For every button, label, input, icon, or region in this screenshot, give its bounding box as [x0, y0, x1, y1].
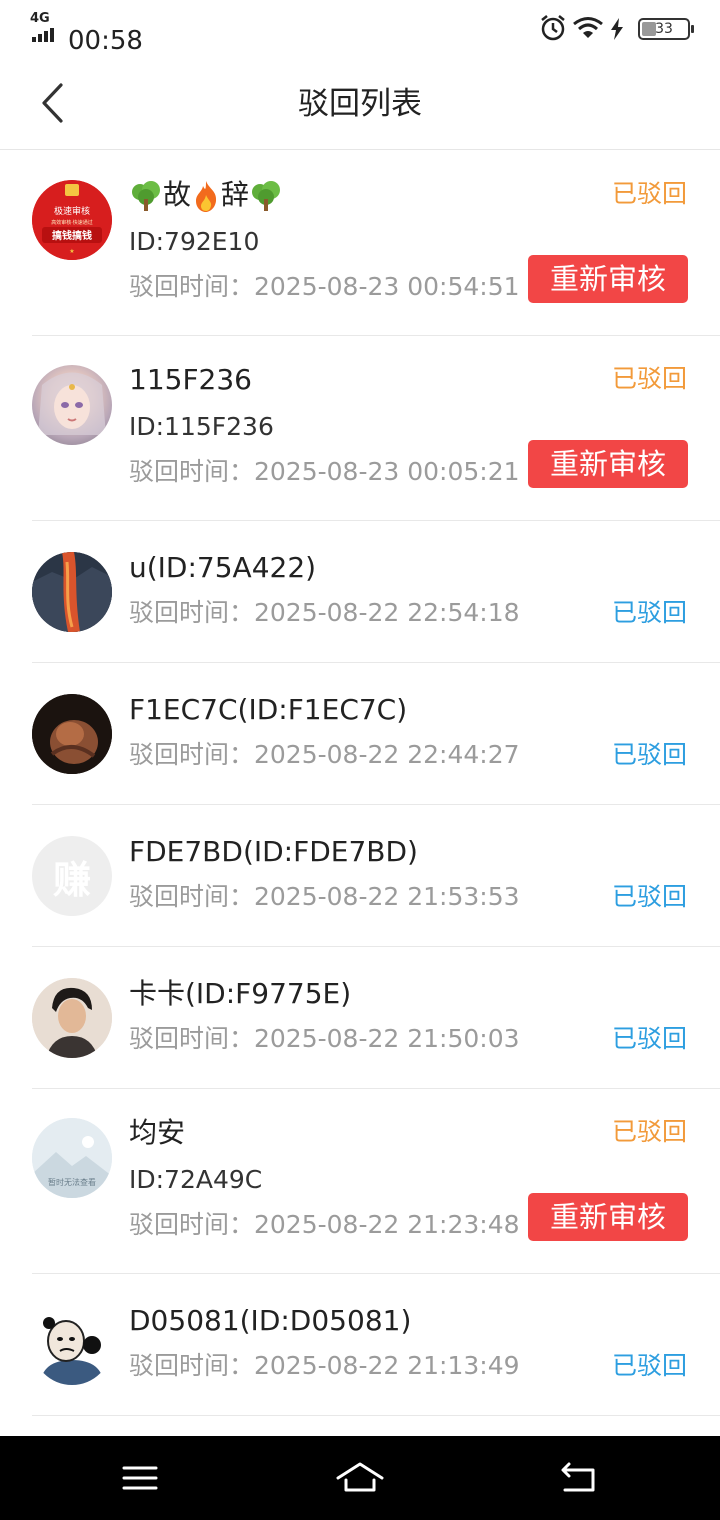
- tree-icon: [252, 181, 281, 211]
- battery-icon: 33: [638, 18, 694, 40]
- reject-time: 驳回时间：2025-08-22 22:44:27: [129, 740, 520, 769]
- status-right: 33: [541, 14, 694, 44]
- status-badge: 已驳回: [611, 882, 687, 911]
- svg-text:暂时无法查看: 暂时无法查看: [48, 1177, 96, 1187]
- list-item[interactable]: 115F236 ID:115F236 驳回时间：2025-08-23 00:05…: [0, 336, 720, 521]
- list-item[interactable]: 赚 FDE7BD(ID:FDE7BD) 驳回时间：2025-08-22 21:5…: [0, 805, 720, 947]
- status-time: 00:58: [68, 26, 143, 56]
- status-badge: 已驳回: [611, 179, 687, 208]
- user-name: 115F236: [129, 363, 252, 396]
- fire-icon: [196, 181, 217, 212]
- image-unavailable-icon: 暂时无法查看: [32, 1118, 112, 1198]
- list-item[interactable]: u(ID:75A422) 驳回时间：2025-08-22 22:54:18 已驳…: [0, 521, 720, 663]
- reject-time: 驳回时间：2025-08-23 00:05:21: [129, 457, 520, 486]
- list-item[interactable]: D05081(ID:D05081) 驳回时间：2025-08-22 21:13:…: [0, 1274, 720, 1416]
- user-id: ID:72A49C: [129, 1165, 263, 1194]
- name-part: 辞: [221, 178, 250, 211]
- svg-text:高效审核·快速通过: 高效审核·快速通过: [51, 219, 93, 226]
- charging-icon: [611, 18, 623, 40]
- header: 驳回列表: [0, 58, 720, 150]
- reject-time: 驳回时间：2025-08-22 22:54:18: [129, 598, 520, 627]
- status-badge: 已驳回: [611, 740, 687, 769]
- svg-text:极速审核: 极速审核: [54, 205, 90, 217]
- user-id: ID:115F236: [129, 412, 274, 441]
- reject-time: 驳回时间：2025-08-22 21:23:48: [129, 1210, 520, 1239]
- avatar-portrait: [38, 372, 106, 435]
- user-name: 均安: [129, 1116, 186, 1149]
- rejected-list: 极速审核 高效审核·快速通过 搞钱搞钱 ★ 故 辞 ID:792E10 驳回时间…: [0, 151, 720, 1416]
- status-bar: 4G 00:58 33: [0, 0, 720, 58]
- list-item[interactable]: F1EC7C(ID:F1EC7C) 驳回时间：2025-08-22 22:44:…: [0, 663, 720, 805]
- avatar[interactable]: [32, 552, 112, 632]
- avatar[interactable]: [32, 978, 112, 1058]
- avatar-photo: [32, 694, 112, 774]
- status-badge: 已驳回: [611, 364, 687, 393]
- re-review-button[interactable]: 重新审核: [528, 440, 688, 488]
- list-item[interactable]: 卡卡(ID:F9775E) 驳回时间：2025-08-22 21:50:03 已…: [0, 947, 720, 1089]
- reject-time: 驳回时间：2025-08-22 21:53:53: [129, 882, 520, 911]
- avatar-meme-image: [32, 1305, 112, 1385]
- avatar-placeholder-text: 赚: [52, 857, 91, 902]
- avatar[interactable]: [32, 1305, 112, 1385]
- user-name: D05081(ID:D05081): [129, 1304, 412, 1337]
- avatar[interactable]: 赚: [32, 836, 112, 916]
- system-navigation-bar: [0, 1436, 720, 1520]
- page-title: 驳回列表: [298, 86, 422, 122]
- avatar-portrait: [32, 978, 112, 1058]
- re-review-button[interactable]: 重新审核: [528, 255, 688, 303]
- user-name: 故 辞: [129, 177, 283, 213]
- reject-time: 驳回时间：2025-08-22 21:13:49: [129, 1351, 520, 1380]
- battery-level: 33: [655, 21, 673, 37]
- reject-time: 驳回时间：2025-08-23 00:54:51: [129, 272, 520, 301]
- network-type: 4G: [30, 11, 50, 26]
- list-item[interactable]: 极速审核 高效审核·快速通过 搞钱搞钱 ★ 故 辞 ID:792E10 驳回时间…: [0, 151, 720, 336]
- status-badge: 已驳回: [611, 1117, 687, 1146]
- wifi-icon: [573, 17, 603, 38]
- svg-text:搞钱搞钱: 搞钱搞钱: [52, 229, 92, 242]
- alarm-icon: [541, 15, 565, 41]
- re-review-button[interactable]: 重新审核: [528, 1193, 688, 1241]
- avatar[interactable]: [32, 694, 112, 774]
- user-name: u(ID:75A422): [129, 551, 317, 584]
- tree-icon: [132, 181, 160, 211]
- user-name: FDE7BD(ID:FDE7BD): [129, 835, 418, 868]
- status-badge: 已驳回: [611, 1024, 687, 1053]
- avatar-lava-image: [32, 552, 112, 632]
- status-badge: 已驳回: [611, 1351, 687, 1380]
- user-id: ID:792E10: [129, 227, 260, 256]
- name-part: 故: [163, 178, 192, 211]
- avatar-badge-image: 极速审核 高效审核·快速通过 搞钱搞钱 ★: [32, 180, 112, 260]
- avatar[interactable]: [32, 365, 112, 445]
- avatar[interactable]: 极速审核 高效审核·快速通过 搞钱搞钱 ★: [32, 180, 112, 260]
- avatar[interactable]: 暂时无法查看: [32, 1118, 112, 1198]
- user-name: F1EC7C(ID:F1EC7C): [129, 693, 408, 726]
- user-name: 卡卡(ID:F9775E): [129, 977, 352, 1010]
- menu-icon[interactable]: [115, 1456, 165, 1500]
- reject-time: 驳回时间：2025-08-22 21:50:03: [129, 1024, 520, 1053]
- status-badge: 已驳回: [611, 598, 687, 627]
- svg-text:★: ★: [69, 248, 74, 255]
- home-icon[interactable]: [335, 1456, 385, 1500]
- back-nav-icon[interactable]: [555, 1456, 605, 1500]
- signal-icon: [32, 26, 60, 42]
- list-item[interactable]: 暂时无法查看 均安 ID:72A49C 驳回时间：2025-08-22 21:2…: [0, 1089, 720, 1274]
